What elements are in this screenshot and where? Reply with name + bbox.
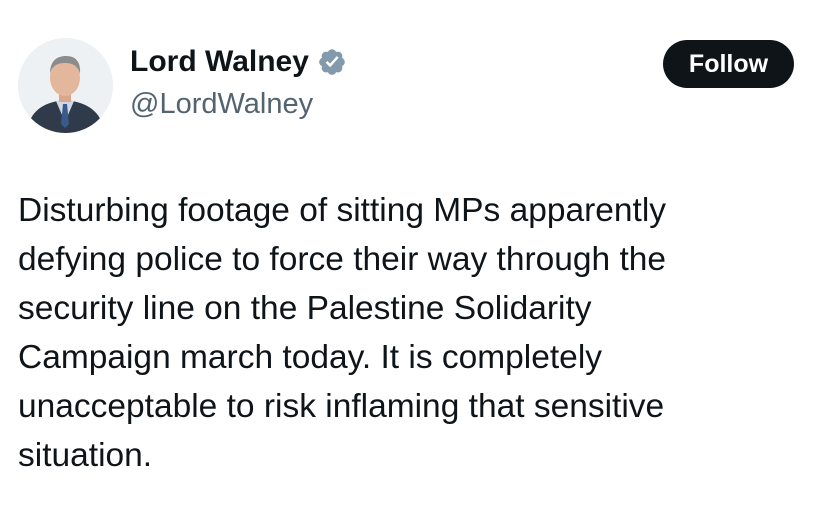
avatar[interactable] <box>18 38 113 133</box>
display-name[interactable]: Lord Walney <box>130 44 309 80</box>
tweet-line: Disturbing footage of sitting MPs appare… <box>18 192 667 229</box>
tweet-line: situation. <box>18 437 153 474</box>
tweet-line: Campaign march today. It is completely <box>18 339 603 376</box>
verified-badge-icon[interactable] <box>317 47 347 77</box>
tweet-line: security line on the Palestine Solidarit… <box>18 290 592 327</box>
tweet-line: defying police to force their way throug… <box>18 241 667 278</box>
tweet-line: unacceptable to risk inflaming that sens… <box>18 388 665 425</box>
tweet-text: Disturbing footage of sitting MPs appare… <box>18 186 808 480</box>
author-name-row: Lord Walney <box>130 44 347 80</box>
follow-button[interactable]: Follow <box>663 40 794 88</box>
profile-photo <box>18 38 113 133</box>
user-handle[interactable]: @LordWalney <box>130 86 313 122</box>
